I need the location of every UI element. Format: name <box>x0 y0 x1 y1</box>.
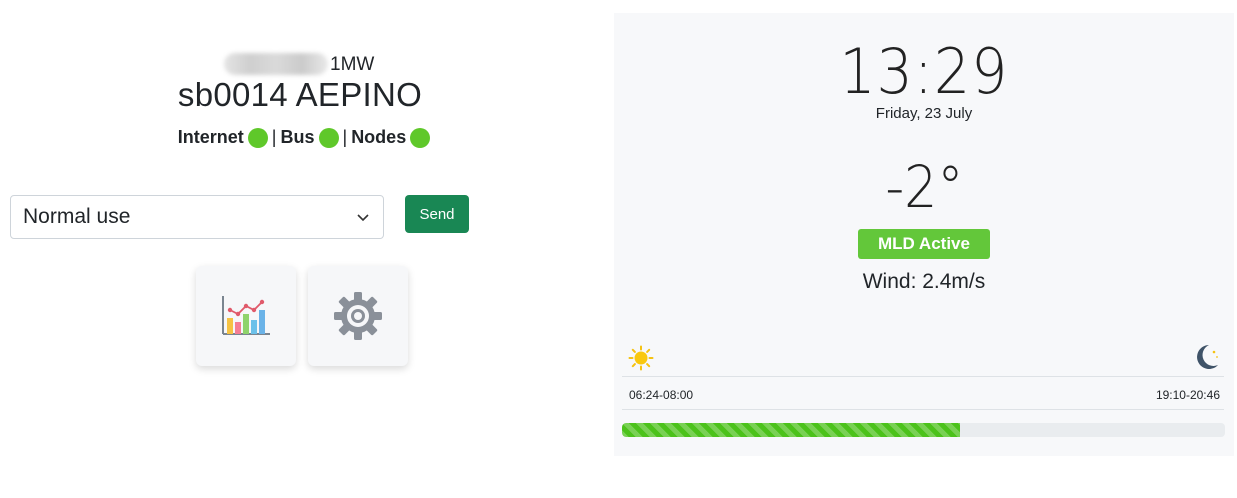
status-internet-label: Internet <box>177 127 244 147</box>
mode-select[interactable]: Normal use <box>10 195 384 239</box>
status-nodes-label: Nodes <box>351 127 407 147</box>
status-nodes-dot <box>410 127 431 148</box>
divider <box>622 376 1224 377</box>
sunset-window: 19:10-20:46 <box>1155 388 1220 402</box>
temperature: -2° <box>614 153 1234 221</box>
temperature-text: -2° <box>884 153 964 221</box>
sun-icon <box>628 345 654 376</box>
clock-time-text: 13:29 <box>839 35 1009 108</box>
status-internet-dot <box>247 127 268 148</box>
charts-button[interactable] <box>196 266 296 366</box>
status-separator: | <box>342 127 348 147</box>
redacted-name <box>224 53 328 75</box>
sunrise-window: 06:24-08:00 <box>629 388 694 402</box>
moon-icon <box>1194 343 1220 376</box>
send-button[interactable]: Send <box>405 195 469 233</box>
status-bus-dot <box>318 127 339 148</box>
status-bus-label: Bus <box>280 127 315 147</box>
wind-speed: Wind: 2.4m/s <box>862 270 986 293</box>
day-progress-fill <box>622 423 960 437</box>
clock-time: 13:29 <box>614 35 1234 108</box>
device-title: sb0014 AEPINO <box>177 76 423 113</box>
clock-date: Friday, 23 July <box>875 105 973 122</box>
settings-button[interactable] <box>308 266 408 366</box>
day-progress-bar <box>622 423 1225 437</box>
chevron-down-icon <box>357 210 369 225</box>
device-code: 1MW <box>330 54 375 75</box>
divider <box>622 409 1224 410</box>
gear-icon <box>334 292 382 340</box>
mode-select-value: Normal use <box>23 205 131 228</box>
weather-display-panel: 13:29 Friday, 23 July -2° MLD Active Win… <box>614 13 1234 456</box>
bar-chart-icon <box>222 296 270 335</box>
status-indicators: Internet | Bus | Nodes <box>0 127 604 148</box>
mld-status-badge: MLD Active <box>858 229 990 259</box>
status-separator: | <box>271 127 277 147</box>
device-control-panel: 1MW sb0014 AEPINO Internet | Bus | Nodes… <box>0 0 600 498</box>
